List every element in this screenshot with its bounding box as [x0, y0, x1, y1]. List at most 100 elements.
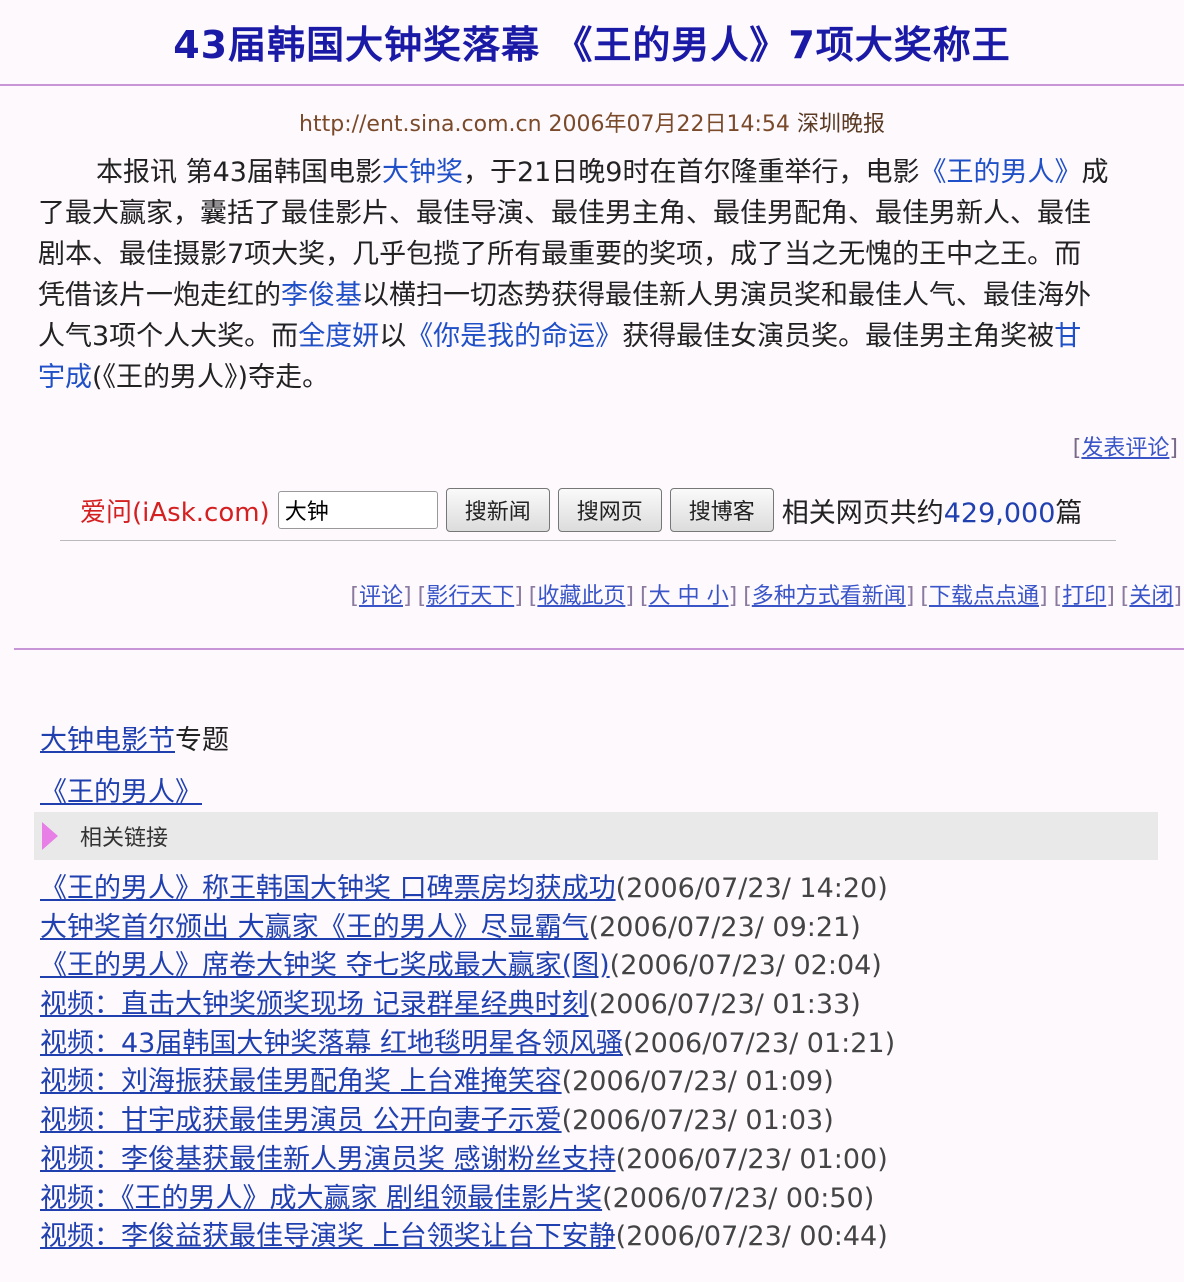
article-text: 以横扫一切态势获得最佳新人男演员奖和最佳人气、最佳海外	[362, 280, 1091, 311]
topic-link[interactable]: 大钟电影节	[40, 725, 175, 756]
bracket: ]	[625, 584, 634, 609]
article-text: 人气3项个人大奖。而	[38, 321, 299, 352]
bracket: ]	[403, 584, 412, 609]
source-name: 深圳晚报	[796, 112, 885, 137]
link-jeon-do-yeon[interactable]: 全度妍	[298, 321, 379, 352]
related-links-header: 相关链接	[34, 812, 1158, 860]
bracket: ]	[728, 584, 738, 609]
post-comment-link[interactable]: 发表评论	[1081, 436, 1169, 461]
news-date: (2006/07/23/ 01:33)	[588, 989, 861, 1021]
toolbar-link[interactable]: 影行天下	[426, 584, 514, 609]
article-text: (《王的男人》)夺走。	[92, 362, 330, 393]
news-link[interactable]: 视频：甘宇成获最佳男演员 公开向妻子示爱	[40, 1105, 562, 1136]
news-date: (2006/07/23/ 00:50)	[602, 1182, 875, 1214]
result-count-suffix: 篇	[1055, 497, 1083, 529]
bracket: ]	[1173, 584, 1182, 609]
news-link[interactable]: 《王的男人》称王韩国大钟奖 口碑票房均获成功	[40, 873, 616, 904]
article-toolbar: [评论] [影行天下] [收藏此页] [大 中 小] [多种方式看新闻] [下载点点通][…	[350, 578, 1182, 610]
news-link[interactable]: 视频：《王的男人》成大赢家 剧组领最佳影片奖	[40, 1183, 602, 1214]
title-divider	[0, 84, 1184, 86]
article-text: 剧本、最佳摄影7项大奖，几乎包揽了所有最重要的奖项，成了当之无愧的王中之王。而	[38, 239, 1082, 270]
toolbar-item: [收藏此页]	[529, 578, 634, 610]
link-king-and-clown[interactable]: 《王的男人》	[920, 157, 1082, 188]
search-news-button[interactable]: 搜新闻	[445, 488, 550, 532]
triangle-icon	[42, 822, 58, 850]
section-divider	[14, 648, 1184, 650]
toolbar-item: [打印]	[1054, 578, 1115, 610]
article-body: 本报讯 第43届韩国电影大钟奖，于21日晚9时在首尔隆重举行，电影《王的男人》成…	[38, 152, 1184, 398]
news-link[interactable]: 视频：刘海振获最佳男配角奖 上台难掩笑容	[40, 1066, 562, 1097]
list-item: 视频：甘宇成获最佳男演员 公开向妻子示爱(2006/07/23/ 01:03)	[40, 1102, 1184, 1141]
source-url: http://ent.sina.com.cn	[299, 112, 542, 137]
bracket: ]	[1106, 584, 1115, 609]
toolbar-item: [评论]	[350, 578, 411, 610]
article-text: 了最大赢家，囊括了最佳影片、最佳导演、最佳男主角、最佳男配角、最佳男新人、最佳	[38, 198, 1091, 229]
toolbar-link[interactable]: 关闭	[1129, 584, 1173, 609]
bracket: [	[743, 584, 752, 609]
news-date: (2006/07/23/ 02:04)	[609, 950, 882, 982]
topic-suffix: 专题	[175, 725, 229, 756]
bracket: ]	[514, 584, 523, 609]
toolbar-item: [关闭]	[1121, 578, 1182, 610]
toolbar-item: [大 中 小]	[640, 578, 737, 610]
bracket: [	[350, 584, 359, 609]
bracket: [	[1053, 584, 1063, 609]
article-text: 成	[1081, 157, 1109, 188]
search-web-button[interactable]: 搜网页	[557, 488, 662, 532]
toolbar-link[interactable]: 打印	[1062, 584, 1106, 609]
news-date: (2006/07/23/ 14:20)	[615, 873, 888, 904]
page-title: 43届韩国大钟奖落幕 《王的男人》7项大奖称王	[173, 23, 1011, 67]
link-gam-woo-seong-part2[interactable]: 宇成	[38, 362, 92, 393]
iask-search-input[interactable]	[277, 491, 438, 529]
article-text: 本报讯 第43届韩国电影	[96, 157, 382, 188]
link-you-are-my-sunshine[interactable]: 《你是我的命运》	[406, 321, 622, 352]
article-text: 凭借该片一炮走红的	[38, 280, 281, 311]
toolbar-link[interactable]: 收藏此页	[537, 584, 625, 609]
link-daejong-award[interactable]: 大钟奖	[382, 157, 463, 188]
link-gam-woo-seong-part1[interactable]: 甘	[1054, 321, 1081, 352]
news-link[interactable]: 大钟奖首尔颁出 大赢家《王的男人》尽显霸气	[40, 912, 589, 943]
news-link[interactable]: 视频：李俊基获最佳新人男演员奖 感谢粉丝支持	[40, 1144, 616, 1175]
search-divider	[60, 540, 1116, 541]
result-count-value: 429,000	[943, 497, 1056, 529]
article-source: http://ent.sina.com.cn 2006年07月22日14:54 …	[0, 106, 1184, 138]
list-item: 《王的男人》席卷大钟奖 夺七奖成最大赢家(图)(2006/07/23/ 02:0…	[40, 947, 1184, 986]
toolbar-link[interactable]: 下载点点通	[929, 584, 1039, 609]
toolbar-item: [多种方式看新闻]	[743, 578, 914, 610]
news-date: (2006/07/23/ 01:09)	[561, 1066, 834, 1098]
toolbar-link[interactable]: 评论	[359, 584, 403, 609]
link-lee-jun-ki[interactable]: 李俊基	[281, 280, 362, 311]
news-link[interactable]: 视频：直击大钟奖颁奖现场 记录群星经典时刻	[40, 989, 589, 1020]
bracket: [	[920, 584, 929, 609]
list-item: 大钟奖首尔颁出 大赢家《王的男人》尽显霸气(2006/07/23/ 09:21)	[40, 909, 1184, 948]
iask-brand[interactable]: 爱问(iAsk.com)	[80, 492, 270, 529]
related-links-label: 相关链接	[80, 826, 169, 851]
related-news-list: 《王的男人》称王韩国大钟奖 口碑票房均获成功(2006/07/23/ 14:20…	[40, 870, 1184, 1257]
toolbar-link[interactable]: 大 中 小	[649, 584, 729, 609]
toolbar-link[interactable]: 多种方式看新闻	[752, 584, 906, 609]
bracket: [	[417, 584, 427, 609]
post-comment: [发表评论]	[1073, 430, 1178, 462]
result-count-prefix: 相关网页共约	[781, 497, 944, 529]
news-date: (2006/07/23/ 01:00)	[615, 1143, 888, 1175]
film-link[interactable]: 《王的男人》	[40, 777, 202, 808]
list-item: 视频：直击大钟奖颁奖现场 记录群星经典时刻(2006/07/23/ 01:33)	[40, 986, 1184, 1025]
film-link-line: 《王的男人》	[40, 770, 202, 809]
news-date: (2006/07/23/ 01:03)	[561, 1105, 834, 1137]
article-text: 获得最佳女演员奖。最佳男主角奖被	[622, 321, 1055, 352]
news-link[interactable]: 视频：李俊益获最佳导演奖 上台领奖让台下安静	[40, 1221, 616, 1252]
result-count: 相关网页共约429,000篇	[782, 491, 1083, 530]
list-item: 视频：李俊益获最佳导演奖 上台领奖让台下安静(2006/07/23/ 00:44…	[40, 1218, 1184, 1257]
list-item: 视频：《王的男人》成大赢家 剧组领最佳影片奖(2006/07/23/ 00:50…	[40, 1180, 1184, 1219]
article-text: 以	[379, 321, 407, 352]
news-date: (2006/07/23/ 01:21)	[622, 1027, 896, 1059]
news-link[interactable]: 视频：43届韩国大钟奖落幕 红地毯明星各领风骚	[40, 1028, 623, 1059]
bracket: ]	[905, 584, 915, 609]
bracket: ]	[1169, 436, 1178, 461]
search-blog-button[interactable]: 搜博客	[669, 488, 774, 532]
bracket: [	[640, 584, 649, 609]
toolbar-item: [影行天下]	[418, 578, 523, 610]
list-item: 视频：刘海振获最佳男配角奖 上台难掩笑容(2006/07/23/ 01:09)	[40, 1063, 1184, 1102]
topic-line: 大钟电影节专题	[40, 718, 229, 757]
news-link[interactable]: 《王的男人》席卷大钟奖 夺七奖成最大赢家(图)	[40, 950, 610, 981]
